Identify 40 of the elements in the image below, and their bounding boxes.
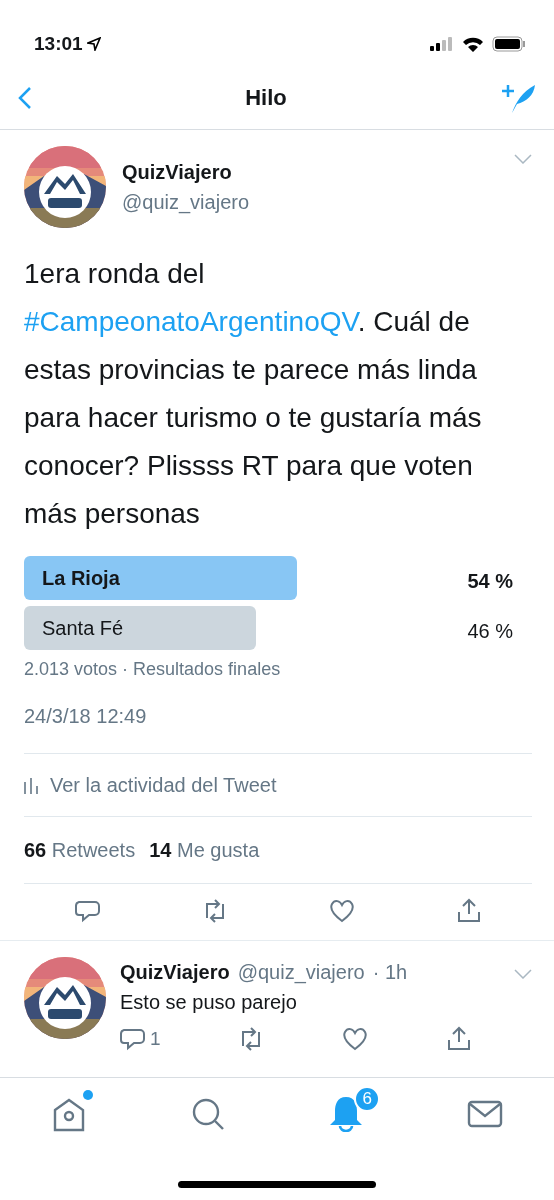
hashtag-link[interactable]: #CampeonatoArgentinoQV: [24, 306, 358, 337]
tweet-text: 1era ronda del #CampeonatoArgentinoQV. Cuál de estas provincias te parece más linda para hacer turismo o te gustaría más conocer? Plissss RT para que voten más personas: [24, 257, 483, 531]
heart-icon: [328, 898, 355, 924]
user-name: QuizViajero: [120, 960, 230, 985]
status-time: 13:01: [34, 31, 83, 56]
poll-meta: 2.013 votos · Resultados finales: [24, 658, 282, 681]
chevron-down-icon: [514, 154, 532, 164]
share-icon: [455, 898, 482, 924]
back-button[interactable]: [18, 85, 32, 110]
chevron-down-icon: [514, 969, 532, 979]
user-name: QuizViajero: [122, 160, 233, 185]
location-arrow-icon: [86, 37, 101, 51]
heart-icon: [342, 1026, 369, 1053]
battery-icon: [492, 36, 526, 52]
user-handle: @quiz_viajero: [122, 190, 251, 216]
share-button[interactable]: [455, 898, 482, 924]
poll-option-bar: La Rioja: [24, 556, 297, 600]
tweet-timestamp: 24/3/18 12:49: [24, 704, 148, 729]
notification-count: 6: [354, 1086, 381, 1112]
reply-text: Esto se puso parejo: [120, 990, 298, 1015]
bell-icon: [328, 1096, 365, 1132]
like-button[interactable]: [328, 898, 355, 924]
poll-option-bar: Santa Fé: [24, 606, 257, 650]
back-icon: [18, 85, 32, 110]
reply-button[interactable]: 1: [120, 1025, 161, 1054]
stat-link[interactable]: 14 Me gusta: [149, 835, 260, 865]
reply-button[interactable]: [74, 898, 101, 924]
stat-link[interactable]: 66 Retweets: [24, 835, 136, 865]
speech-bubble-icon: [120, 1026, 146, 1053]
activity-link[interactable]: Ver la actividad del Tweet: [24, 754, 532, 816]
bar-chart-icon: [24, 776, 38, 794]
speech-bubble-icon: [74, 898, 101, 924]
poll-percent: 46 %: [467, 619, 513, 644]
signal-icon: [430, 37, 454, 51]
poll-percent: 54 %: [467, 569, 513, 594]
reply-time: · 1h: [372, 960, 408, 985]
nav-title: Hilo: [245, 84, 287, 112]
user-handle: @quiz_viajero: [237, 960, 365, 986]
wifi-icon: [462, 36, 484, 52]
share-icon: [445, 1026, 472, 1053]
